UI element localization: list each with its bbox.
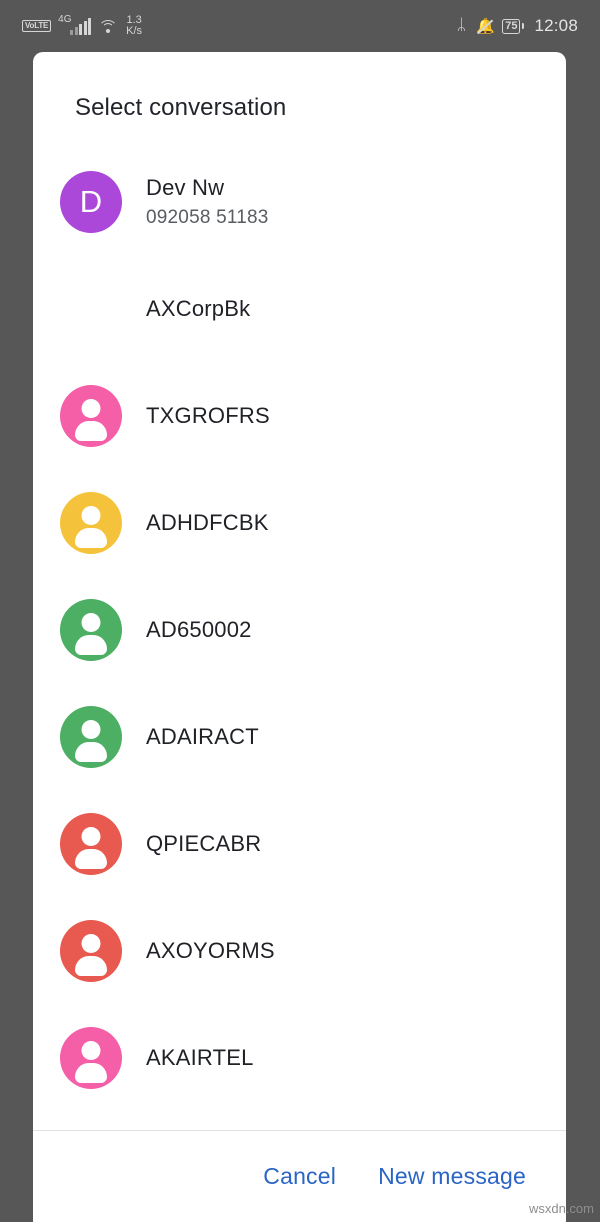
conversation-texts: QPIECABR xyxy=(146,831,261,857)
watermark: wsxdn.com xyxy=(528,1201,594,1216)
avatar-person-icon xyxy=(60,491,122,554)
network-type-label: 4G xyxy=(58,13,72,25)
person-icon xyxy=(60,385,122,447)
conversation-row[interactable]: AXCorpBk xyxy=(33,255,566,362)
status-bar-clock: 12:08 xyxy=(534,16,578,35)
cancel-button[interactable]: Cancel xyxy=(263,1163,336,1190)
status-bar-right: ᛦ 🔔 75 12:08 xyxy=(457,16,578,36)
person-icon xyxy=(60,920,122,982)
conversation-texts: Dev Nw 092058 51183 xyxy=(146,175,269,229)
data-speed-unit: K/s xyxy=(126,25,143,37)
person-icon xyxy=(60,813,122,875)
battery-icon: 75 xyxy=(502,18,525,34)
phone-screen: VoLTE 4G 1.3 K/s ᛦ 🔔 75 xyxy=(0,0,600,1222)
conversation-row[interactable] xyxy=(33,1111,566,1130)
conversation-row[interactable]: AD650002 xyxy=(33,576,566,683)
conversation-name: TXGROFRS xyxy=(146,402,270,428)
conversation-texts: AD650002 xyxy=(146,617,252,643)
conversation-name: AXCorpBk xyxy=(146,295,251,321)
conversation-texts: AXOYORMS xyxy=(146,938,275,964)
avatar-person-icon xyxy=(60,384,122,447)
wifi-icon xyxy=(98,19,118,34)
status-bar: VoLTE 4G 1.3 K/s ᛦ 🔔 75 xyxy=(0,0,600,52)
avatar-initial: D xyxy=(60,170,122,233)
person-icon xyxy=(60,599,122,661)
conversation-name: AKAIRTEL xyxy=(146,1044,254,1070)
status-bar-left: VoLTE 4G 1.3 K/s xyxy=(22,13,142,37)
conversation-name: Dev Nw xyxy=(146,174,225,200)
avatar-person-icon xyxy=(60,278,122,340)
conversation-texts: ADHDFCBK xyxy=(146,510,269,536)
conversation-row[interactable]: ADHDFCBK xyxy=(33,469,566,576)
dialog-footer: Cancel New message xyxy=(33,1130,566,1222)
person-icon xyxy=(60,706,122,768)
conversation-row[interactable]: QPIECABR xyxy=(33,790,566,897)
conversation-name: ADAIRACT xyxy=(146,723,259,749)
conversation-texts: TXGROFRS xyxy=(146,403,270,429)
avatar-person-icon xyxy=(60,598,122,661)
new-message-button[interactable]: New message xyxy=(378,1163,526,1190)
avatar-person-icon xyxy=(60,919,122,982)
avatar-person-icon xyxy=(60,812,122,875)
battery-level-label: 75 xyxy=(502,18,521,34)
conversation-texts: AKAIRTEL xyxy=(146,1045,254,1071)
conversation-row[interactable]: D Dev Nw 092058 51183 xyxy=(33,148,566,255)
conversation-name: AD650002 xyxy=(146,616,252,642)
conversation-name: ADHDFCBK xyxy=(146,509,269,535)
signal-bars-icon: 4G xyxy=(58,13,92,35)
dialog-title: Select conversation xyxy=(75,94,287,121)
bell-muted-icon: 🔔 xyxy=(476,18,495,35)
conversation-subtitle: 092058 51183 xyxy=(146,206,269,228)
avatar-person-icon xyxy=(60,705,122,768)
data-speed-indicator: 1.3 K/s xyxy=(126,15,142,37)
bluetooth-icon: ᛦ xyxy=(456,17,467,34)
conversation-name: AXOYORMS xyxy=(146,937,275,963)
conversation-row[interactable]: AXOYORMS xyxy=(33,897,566,1004)
select-conversation-dialog: Select conversation D Dev Nw 092058 51183 A… xyxy=(33,52,566,1222)
conversation-row[interactable]: ADAIRACT xyxy=(33,683,566,790)
avatar-person-icon xyxy=(60,1026,122,1089)
conversation-list[interactable]: D Dev Nw 092058 51183 AXCorpBk TXGROFRS ADHDF… xyxy=(33,148,566,1130)
volte-icon: VoLTE xyxy=(22,20,52,32)
person-icon xyxy=(60,1027,122,1089)
person-icon xyxy=(60,492,122,554)
conversation-texts: AXCorpBk xyxy=(146,296,250,322)
conversation-row[interactable]: AKAIRTEL xyxy=(33,1004,566,1111)
conversation-name: QPIECABR xyxy=(146,830,262,856)
person-icon xyxy=(60,278,122,340)
conversation-texts: ADAIRACT xyxy=(146,724,259,750)
signal-bars-glyph xyxy=(70,17,92,35)
avatar-initial-letter: D xyxy=(79,184,103,219)
conversation-row[interactable]: TXGROFRS xyxy=(33,362,566,469)
